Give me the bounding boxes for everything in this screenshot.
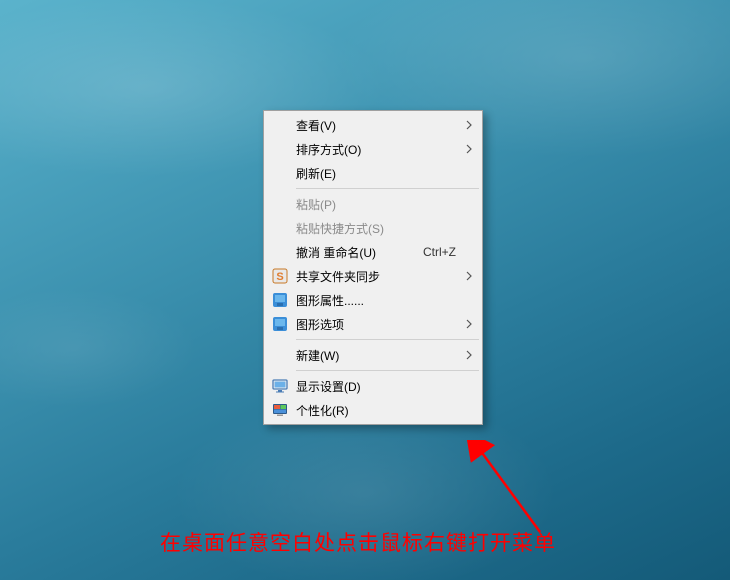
menu-label: 图形属性...... [292,292,478,309]
menu-item-new[interactable]: 新建(W) [266,343,480,367]
empty-icon [268,139,292,159]
menu-label: 新建(W) [292,347,478,364]
menu-shortcut: Ctrl+Z [423,245,478,259]
svg-text:S: S [276,271,283,283]
empty-icon [268,194,292,214]
chevron-right-icon [466,271,472,281]
menu-label: 排序方式(O) [292,141,478,158]
empty-icon [268,163,292,183]
empty-icon [268,218,292,238]
annotation-text: 在桌面任意空白处点击鼠标右键打开菜单 [160,527,556,557]
chevron-right-icon [466,120,472,130]
chevron-right-icon [466,144,472,154]
chevron-right-icon [466,319,472,329]
menu-label: 共享文件夹同步 [292,268,478,285]
menu-item-share-sync[interactable]: S 共享文件夹同步 [266,264,480,288]
empty-icon [268,345,292,365]
menu-item-sort[interactable]: 排序方式(O) [266,137,480,161]
gfx-icon [268,314,292,334]
personalize-icon [268,400,292,420]
menu-item-personalize[interactable]: 个性化(R) [266,398,480,422]
menu-item-paste: 粘贴(P) [266,192,480,216]
menu-item-gfx-props[interactable]: 图形属性...... [266,288,480,312]
menu-separator [296,188,479,189]
menu-label: 查看(V) [292,117,478,134]
menu-label: 刷新(E) [292,165,478,182]
s-orange-icon: S [268,266,292,286]
menu-item-paste-shortcut: 粘贴快捷方式(S) [266,216,480,240]
menu-item-display-settings[interactable]: 显示设置(D) [266,374,480,398]
empty-icon [268,115,292,135]
menu-separator [296,339,479,340]
menu-item-undo-rename[interactable]: 撤消 重命名(U) Ctrl+Z [266,240,480,264]
menu-label: 粘贴(P) [292,196,478,213]
desktop-context-menu: 查看(V) 排序方式(O) 刷新(E) 粘贴(P) 粘贴快捷方式(S) 撤消 重… [263,110,483,425]
menu-item-refresh[interactable]: 刷新(E) [266,161,480,185]
menu-item-view[interactable]: 查看(V) [266,113,480,137]
menu-label: 撤消 重命名(U) [292,244,423,261]
menu-label: 个性化(R) [292,402,478,419]
menu-label: 图形选项 [292,316,478,333]
menu-label: 粘贴快捷方式(S) [292,220,478,237]
empty-icon [268,242,292,262]
monitor-icon [268,376,292,396]
menu-label: 显示设置(D) [292,378,478,395]
menu-item-gfx-options[interactable]: 图形选项 [266,312,480,336]
chevron-right-icon [466,350,472,360]
menu-separator [296,370,479,371]
gfx-icon [268,290,292,310]
